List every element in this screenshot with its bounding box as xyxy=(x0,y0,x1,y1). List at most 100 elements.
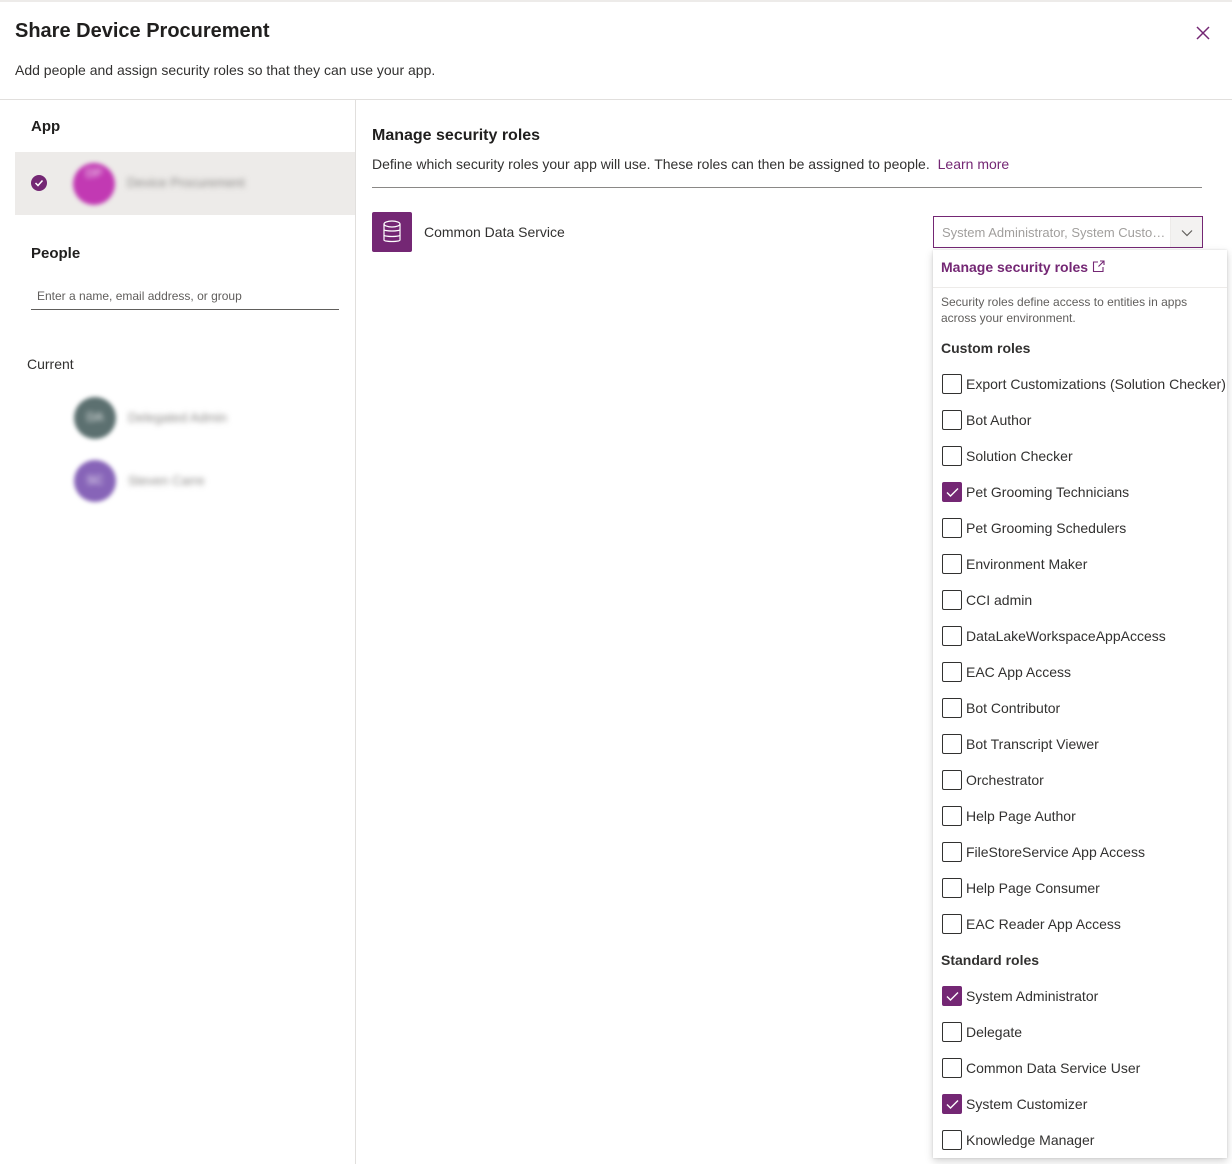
checkbox[interactable] xyxy=(942,770,962,790)
close-icon xyxy=(1196,26,1210,40)
security-roles-dropdown[interactable]: System Administrator, System Customizer,… xyxy=(933,216,1203,248)
role-option-label: Bot Author xyxy=(966,412,1032,428)
manage-security-roles-label: Manage security roles xyxy=(941,259,1089,275)
role-option[interactable]: DataLakeWorkspaceAppAccess xyxy=(941,624,1225,648)
role-option[interactable]: Solution Checker xyxy=(941,444,1225,468)
current-label: Current xyxy=(27,356,74,372)
role-option-label: EAC App Access xyxy=(966,664,1072,680)
chevron-down-icon xyxy=(1181,230,1193,237)
main-description: Define which security roles your app wil… xyxy=(372,156,1009,172)
role-option-label: Solution Checker xyxy=(966,448,1073,464)
role-option[interactable]: EAC Reader App Access xyxy=(941,912,1225,936)
role-option[interactable]: Export Customizations (Solution Checker) xyxy=(941,372,1226,396)
role-option-label: Help Page Author xyxy=(966,808,1076,824)
user-name: Steven Carre xyxy=(128,473,205,488)
role-option[interactable]: Environment Maker xyxy=(941,552,1225,576)
checkbox-checked[interactable] xyxy=(942,986,962,1006)
role-option[interactable]: Delegate xyxy=(941,1020,1225,1044)
checkbox[interactable] xyxy=(942,662,962,682)
checkbox[interactable] xyxy=(942,1022,962,1042)
role-option[interactable]: EAC App Access xyxy=(941,660,1225,684)
role-option-label: Environment Maker xyxy=(966,556,1088,572)
checkbox[interactable] xyxy=(942,374,962,394)
manage-security-roles-link[interactable]: Manage security roles xyxy=(941,259,1105,275)
role-option-label: System Administrator xyxy=(966,988,1099,1004)
menu-divider xyxy=(933,287,1227,288)
security-roles-menu: Manage security roles Security roles def… xyxy=(933,250,1227,1158)
standard-roles-header: Standard roles xyxy=(941,952,1040,968)
role-option-label: FileStoreService App Access xyxy=(966,844,1145,860)
divider xyxy=(372,187,1202,188)
role-option[interactable]: Help Page Consumer xyxy=(941,876,1225,900)
checkbox[interactable] xyxy=(942,1058,962,1078)
checkbox[interactable] xyxy=(942,698,962,718)
role-option-label: Delegate xyxy=(966,1024,1023,1040)
user-avatar-initials: SC xyxy=(86,473,104,487)
role-option-label: DataLakeWorkspaceAppAccess xyxy=(966,628,1166,644)
app-name: Device Procurement xyxy=(127,175,245,190)
main-description-text: Define which security roles your app wil… xyxy=(372,156,930,172)
dialog-title: Share Device Procurement xyxy=(15,20,270,42)
app-row[interactable]: DP Device Procurement xyxy=(15,152,355,215)
checkmark-icon xyxy=(946,1100,959,1109)
dialog-header: Share Device Procurement Add people and … xyxy=(0,2,1232,100)
custom-roles-header: Custom roles xyxy=(941,340,1031,356)
role-option[interactable]: FileStoreService App Access xyxy=(941,840,1225,864)
user-name: Delegated Admin xyxy=(128,410,228,425)
role-option[interactable]: Pet Grooming Technicians xyxy=(941,480,1225,504)
role-option-label: Pet Grooming Technicians xyxy=(966,484,1130,500)
role-option[interactable]: System Administrator xyxy=(941,984,1225,1008)
role-option-label: Orchestrator xyxy=(966,772,1044,788)
learn-more-link[interactable]: Learn more xyxy=(938,156,1010,172)
role-option-label: Bot Contributor xyxy=(966,700,1061,716)
checkbox-checked[interactable] xyxy=(942,482,962,502)
role-option-label: Bot Transcript Viewer xyxy=(966,736,1099,752)
role-option-label: Knowledge Manager xyxy=(966,1132,1095,1148)
checkbox[interactable] xyxy=(942,914,962,934)
role-option-label: Export Customizations (Solution Checker) xyxy=(966,376,1226,392)
role-option-label: Common Data Service User xyxy=(966,1060,1141,1076)
checkbox-checked[interactable] xyxy=(942,1094,962,1114)
selected-check-icon xyxy=(31,175,47,191)
close-button[interactable] xyxy=(1192,22,1214,44)
people-section-label: People xyxy=(31,245,81,262)
open-in-new-window-icon xyxy=(1093,260,1105,273)
role-option[interactable]: Bot Transcript Viewer xyxy=(941,732,1225,756)
selected-roles-text: System Administrator, System Customizer,… xyxy=(942,225,1168,240)
checkbox[interactable] xyxy=(942,446,962,466)
role-option[interactable]: CCI admin xyxy=(941,588,1225,612)
main-title: Manage security roles xyxy=(372,127,541,144)
checkbox[interactable] xyxy=(942,1130,962,1150)
menu-description: Security roles define access to entities… xyxy=(941,295,1188,325)
role-option[interactable]: Pet Grooming Schedulers xyxy=(941,516,1225,540)
checkbox[interactable] xyxy=(942,590,962,610)
database-icon xyxy=(372,212,412,252)
dropdown-chevron-button[interactable] xyxy=(1170,217,1202,247)
role-option[interactable]: System Customizer xyxy=(941,1092,1225,1116)
app-avatar-initials: DP xyxy=(85,166,103,180)
user-avatar-initials: DA xyxy=(86,410,104,424)
checkbox[interactable] xyxy=(942,626,962,646)
checkmark-icon xyxy=(946,488,959,497)
app-section-label: App xyxy=(31,118,61,135)
people-search-input[interactable] xyxy=(31,282,339,310)
role-option[interactable]: Bot Author xyxy=(941,408,1225,432)
checkbox[interactable] xyxy=(942,806,962,826)
dialog-subtitle: Add people and assign security roles so … xyxy=(15,62,436,78)
role-option-label: EAC Reader App Access xyxy=(966,916,1121,932)
role-option[interactable]: Common Data Service User xyxy=(941,1056,1225,1080)
role-option[interactable]: Bot Contributor xyxy=(941,696,1225,720)
role-option[interactable]: Knowledge Manager xyxy=(941,1128,1225,1152)
role-option[interactable]: Help Page Author xyxy=(941,804,1225,828)
checkbox[interactable] xyxy=(942,554,962,574)
role-option[interactable]: Orchestrator xyxy=(941,768,1225,792)
role-option-label: Pet Grooming Schedulers xyxy=(966,520,1127,536)
checkbox[interactable] xyxy=(942,842,962,862)
checkbox[interactable] xyxy=(942,878,962,898)
checkbox[interactable] xyxy=(942,410,962,430)
checkbox[interactable] xyxy=(942,734,962,754)
role-option-label: Help Page Consumer xyxy=(966,880,1100,896)
data-source-label: Common Data Service xyxy=(424,224,565,240)
checkbox[interactable] xyxy=(942,518,962,538)
role-option-label: System Customizer xyxy=(966,1096,1088,1112)
